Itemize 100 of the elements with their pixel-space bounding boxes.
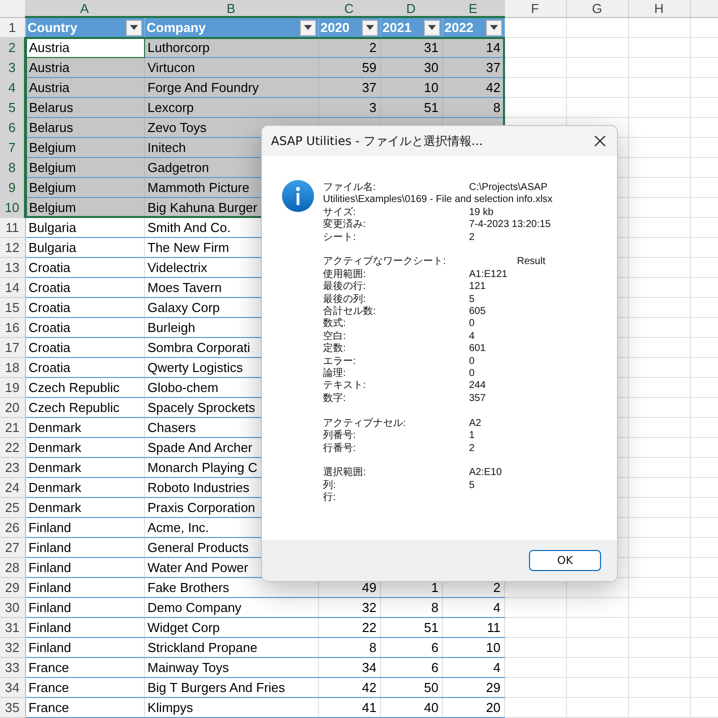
row-header[interactable]: 34 xyxy=(0,678,25,698)
row-header[interactable]: 8 xyxy=(0,158,25,178)
info-label: 行番号: xyxy=(323,442,357,455)
column-header[interactable]: E xyxy=(442,0,504,17)
row-header[interactable]: 19 xyxy=(0,378,25,398)
row-header[interactable]: 33 xyxy=(0,658,25,678)
table-cell: 20 xyxy=(486,700,500,715)
row-header[interactable]: 14 xyxy=(0,278,25,298)
info-label: 選択範囲: xyxy=(323,467,367,480)
table-cell: Finland xyxy=(28,540,72,555)
table-cell: 4 xyxy=(493,600,500,615)
row-header[interactable]: 26 xyxy=(0,518,25,538)
table-cell: Galaxy Corp xyxy=(148,300,220,315)
table-cell: General Products xyxy=(148,540,249,555)
info-value: 4 xyxy=(469,330,475,344)
filter-button[interactable] xyxy=(300,20,316,36)
row-header[interactable]: 4 xyxy=(0,78,25,98)
row-header[interactable]: 30 xyxy=(0,598,25,618)
column-header[interactable]: C xyxy=(318,0,380,17)
table-cell: Zevo Toys xyxy=(148,120,207,135)
row-header[interactable]: 23 xyxy=(0,458,25,478)
ok-button[interactable]: OK xyxy=(529,550,601,571)
table-cell: 41 xyxy=(362,700,376,715)
table-cell: France xyxy=(28,660,69,675)
filter-button[interactable] xyxy=(362,20,378,36)
row-header[interactable]: 2 xyxy=(0,38,25,58)
row-header[interactable]: 11 xyxy=(0,218,25,238)
column-header[interactable]: H xyxy=(628,0,690,17)
table-cell: Finland xyxy=(28,620,72,635)
row-header[interactable]: 16 xyxy=(0,318,25,338)
info-value: 121 xyxy=(469,281,486,294)
table-cell: 6 xyxy=(431,660,438,675)
row-header[interactable]: 6 xyxy=(0,118,25,138)
window-title: ASAP Utilities - ファイルと選択情報... xyxy=(271,132,483,150)
row-header[interactable]: 35 xyxy=(0,698,25,718)
table-cell: 37 xyxy=(362,80,376,95)
row-header[interactable]: 1 xyxy=(0,17,25,38)
row-header[interactable]: 20 xyxy=(0,398,25,418)
info-value: 0 xyxy=(469,356,475,368)
close-icon[interactable] xyxy=(594,135,606,147)
table-cell: Big T Burgers And Fries xyxy=(148,680,286,695)
table-cell: Virtucon xyxy=(148,60,195,75)
info-label: 行: xyxy=(323,492,337,505)
row-header[interactable]: 29 xyxy=(0,578,25,598)
row-header[interactable]: 13 xyxy=(0,258,25,278)
row-header[interactable]: 21 xyxy=(0,418,25,438)
filter-button[interactable] xyxy=(486,20,502,36)
info-value: 357 xyxy=(469,392,486,406)
row-header[interactable]: 24 xyxy=(0,478,25,498)
table-cell: Croatia xyxy=(28,260,70,275)
info-value: A2 xyxy=(469,418,482,430)
table-cell: 59 xyxy=(362,60,376,75)
table-cell: Belgium xyxy=(29,160,76,175)
table-cell: 37 xyxy=(486,60,500,75)
row-header[interactable]: 9 xyxy=(0,178,25,198)
table-cell: Denmark xyxy=(28,440,82,455)
info-value: 2 xyxy=(469,442,475,455)
table-cell: 51 xyxy=(424,100,438,115)
row-header[interactable]: 5 xyxy=(0,98,25,118)
caret-icon xyxy=(130,25,138,30)
row-header[interactable]: 15 xyxy=(0,298,25,318)
table-cell: Belgium xyxy=(29,180,76,195)
row-header[interactable]: 32 xyxy=(0,638,25,658)
row-header[interactable]: 12 xyxy=(0,238,25,258)
filter-button[interactable] xyxy=(424,20,440,36)
info-label: アクティブナセル: xyxy=(323,418,407,430)
row-header[interactable]: 28 xyxy=(0,558,25,578)
table-cell: France xyxy=(28,680,69,695)
table-cell: Denmark xyxy=(28,500,82,515)
table-cell: Belgium xyxy=(29,140,76,155)
column-header[interactable]: F xyxy=(504,0,566,17)
row-header[interactable]: 25 xyxy=(0,498,25,518)
table-cell: 2 xyxy=(369,40,376,55)
column-header[interactable]: D xyxy=(380,0,442,17)
table-cell: Lexcorp xyxy=(148,100,194,115)
filter-button[interactable] xyxy=(126,20,142,36)
table-cell: The New Firm xyxy=(148,240,230,255)
row-header[interactable]: 18 xyxy=(0,358,25,378)
column-header[interactable]: G xyxy=(566,0,628,17)
table-cell: Finland xyxy=(28,520,72,535)
row-header[interactable]: 10 xyxy=(0,198,25,218)
info-value: 601 xyxy=(469,343,486,356)
info-value: 0 xyxy=(469,318,475,331)
row-header[interactable]: 7 xyxy=(0,138,25,158)
row-header[interactable]: 22 xyxy=(0,438,25,458)
column-header[interactable]: B xyxy=(144,0,318,17)
table-cell: Smith And Co. xyxy=(148,220,231,235)
row-header[interactable]: 27 xyxy=(0,538,25,558)
info-value: Result xyxy=(517,256,546,269)
row-header[interactable]: 3 xyxy=(0,58,25,78)
table-cell: Initech xyxy=(148,140,186,155)
header-label: 2022 xyxy=(444,20,474,36)
info-label: アクティブなワークシート: xyxy=(323,256,447,269)
table-cell: Bulgaria xyxy=(28,220,76,235)
table-cell: 8 xyxy=(493,100,500,115)
row-header[interactable]: 31 xyxy=(0,618,25,638)
column-header[interactable]: A xyxy=(25,0,144,17)
row-header[interactable]: 17 xyxy=(0,338,25,358)
info-label: 最後の行: xyxy=(323,281,367,294)
table-cell: Strickland Propane xyxy=(148,640,258,655)
